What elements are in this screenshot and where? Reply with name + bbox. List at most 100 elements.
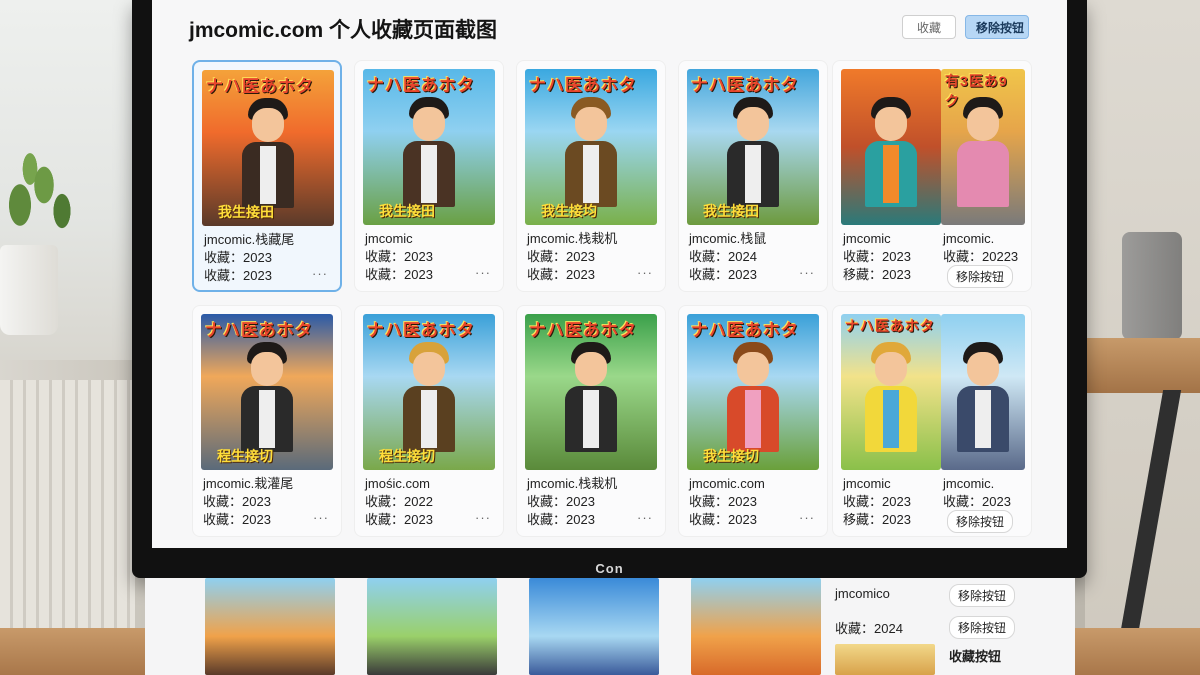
fav-date: 收藏：2023: [843, 249, 911, 264]
fav-date: 收藏：2023: [365, 512, 433, 527]
pen-holder: [1122, 232, 1182, 340]
fav-date: 移藏：2023: [843, 267, 911, 282]
cover-title: ナハ医あホタ: [206, 77, 314, 96]
more-icon[interactable]: ···: [313, 510, 329, 525]
remove-button[interactable]: 移除按钮: [965, 15, 1029, 39]
comic-card-double[interactable]: 有3医あ9ク jmcomic 收藏：2023 移藏：2023 jmcomic. …: [832, 60, 1032, 292]
comic-card-double[interactable]: ナハ医あホタ jmcomic 收藏：2023 移藏：2023 jmcomic. …: [832, 305, 1032, 537]
fav-date: 收藏：2022: [365, 494, 433, 509]
comic-card[interactable]: ナハ医あホタ 我生接切 jmcomic.com 收藏：2023 收藏：2023 …: [678, 305, 828, 537]
character-figure: [565, 342, 617, 452]
comic-cover[interactable]: ナハ医あホタ 程生接切: [201, 314, 333, 470]
fav-date: 收藏：2023: [204, 250, 272, 265]
fav-date: 移藏：2023: [843, 512, 911, 527]
fav-date: 收藏：2024: [689, 249, 757, 264]
plant-pot: [0, 245, 58, 335]
comic-name: jmośic.com: [365, 476, 431, 491]
comic-card[interactable]: ナハ医あホタ jmcomic.栈栽机 收藏：2023 收藏：2023 ···: [516, 305, 666, 537]
cover-subtitle: 我生接均: [541, 203, 597, 219]
fav-date: 收藏：2023: [689, 494, 757, 509]
comic-card[interactable]: ナハ医あホタ 我生接田 jmcomic 收藏：2023 收藏：2023 ···: [354, 60, 504, 292]
fav-date: 收藏：2023: [203, 494, 271, 509]
page-title: jmcomic.com 个人收藏页面截图: [189, 19, 498, 42]
fav-date: 收藏：2023: [527, 249, 595, 264]
fav-date: 收藏：2023: [204, 268, 272, 283]
more-icon[interactable]: ···: [637, 265, 653, 280]
more-icon[interactable]: ···: [799, 510, 815, 525]
monitor-brand-logo: Con: [595, 561, 624, 576]
cover-subtitle: 我生接切: [703, 448, 759, 464]
comic-name: jmcomic.com: [689, 476, 765, 491]
comic-cover[interactable]: ナハ医あホタ 我生接切: [687, 314, 819, 470]
monitor: jmcomic.com 个人收藏页面截图 收藏 移除按钮 ナハ医あホタ 我生接田…: [132, 0, 1087, 578]
fav-date: 收藏：2023: [527, 512, 595, 527]
comic-cover[interactable]: ナハ医あホタ: [525, 314, 657, 470]
screen: jmcomic.com 个人收藏页面截图 收藏 移除按钮 ナハ医あホタ 我生接田…: [152, 0, 1067, 548]
comic-cover[interactable]: ナハ医あホタ 我生接均: [525, 69, 657, 225]
remove-pill-button[interactable]: 移除按钮: [947, 265, 1014, 288]
cover-title: ナハ医あホタ: [367, 321, 475, 340]
comic-thumbnail[interactable]: [367, 578, 497, 675]
comic-cover[interactable]: ナハ医あホタ 我生接田: [202, 70, 334, 226]
character-figure: [865, 97, 917, 207]
comic-card[interactable]: ナハ医あホタ 程生接切 jmośic.com 收藏：2022 收藏：2023 ·…: [354, 305, 504, 537]
comic-name: jmcomic.栈鼠: [689, 231, 767, 246]
comic-cover-alt[interactable]: [941, 314, 1025, 470]
fav-date: 收藏：20223: [943, 249, 1019, 264]
comic-thumbnail[interactable]: [691, 578, 821, 675]
comic-name: jmcomic.: [943, 476, 995, 491]
character-figure: [242, 98, 294, 208]
remove-pill-button[interactable]: 移除按钮: [949, 584, 1016, 607]
cover-subtitle: 程生接切: [379, 448, 435, 464]
cover-subtitle: 我生接田: [703, 203, 759, 219]
more-icon[interactable]: ···: [475, 265, 491, 280]
more-icon[interactable]: ···: [312, 266, 328, 281]
comic-card[interactable]: ナハ医あホタ 我生接田 jmcomic.栈藏尾 收藏：2023 收藏：2023 …: [192, 60, 342, 292]
cover-title: ナハ医あホタ: [529, 321, 637, 340]
comic-cover[interactable]: ナハ医あホタ: [841, 314, 941, 470]
character-figure: [957, 97, 1009, 207]
more-icon[interactable]: ···: [475, 510, 491, 525]
character-figure: [241, 342, 293, 452]
comic-name: jmcomic: [843, 231, 891, 246]
comic-card[interactable]: ナハ医あホタ 我生接田 jmcomic.栈鼠 收藏：2024 收藏：2023 ·…: [678, 60, 828, 292]
comic-card[interactable]: ナハ医あホタ 程生接切 jmcomic.栽灌尾 收藏：2023 收藏：2023 …: [192, 305, 342, 537]
plant-leaves: [0, 145, 80, 255]
cover-subtitle: 我生接田: [218, 204, 274, 220]
comic-card[interactable]: ナハ医あホタ 我生接均 jmcomic.栈栽机 收藏：2023 收藏：2023 …: [516, 60, 666, 292]
fav-date: 收藏：2024: [835, 621, 903, 636]
character-figure: [957, 342, 1009, 452]
character-figure: [865, 342, 917, 452]
cover-subtitle: 我生接田: [379, 203, 435, 219]
cover-title: ナハ医あホタ: [691, 321, 799, 340]
remove-pill-button[interactable]: 移除按钮: [947, 510, 1014, 533]
more-icon[interactable]: ···: [799, 265, 815, 280]
comic-name: jmcomic.栈栽机: [527, 476, 618, 491]
comic-cover[interactable]: ナハ医あホタ 我生接田: [687, 69, 819, 225]
comic-thumbnail[interactable]: [835, 644, 935, 675]
favorite-label[interactable]: 收藏按钮: [949, 646, 1001, 665]
character-figure: [565, 97, 617, 207]
character-figure: [403, 342, 455, 452]
cover-title: ナハ医あホタ: [529, 76, 637, 95]
lower-favorites-strip: jmcomico 移除按钮 收藏：2024 移除按钮 收藏按钮: [145, 578, 1075, 675]
favorites-button[interactable]: 收藏: [902, 15, 956, 39]
fav-date: 收藏：2023: [365, 267, 433, 282]
character-figure: [727, 97, 779, 207]
remove-pill-button[interactable]: 移除按钮: [949, 616, 1016, 639]
cover-subtitle: 程生接切: [217, 448, 273, 464]
comic-name: jmcomico: [835, 586, 890, 601]
comic-cover[interactable]: ナハ医あホタ 程生接切: [363, 314, 495, 470]
comic-cover-alt[interactable]: 有3医あ9ク: [941, 69, 1025, 225]
fav-date: 收藏：2023: [843, 494, 911, 509]
fav-date: 收藏：2023: [365, 249, 433, 264]
more-icon[interactable]: ···: [637, 510, 653, 525]
character-figure: [727, 342, 779, 452]
comic-cover[interactable]: [841, 69, 941, 225]
comic-thumbnail[interactable]: [529, 578, 659, 675]
comic-thumbnail[interactable]: [205, 578, 335, 675]
comic-name: jmcomic.栈栽机: [527, 231, 618, 246]
comic-cover[interactable]: ナハ医あホタ 我生接田: [363, 69, 495, 225]
comic-name: jmcomic.: [943, 231, 995, 246]
fav-date: 收藏：2023: [943, 494, 1011, 509]
